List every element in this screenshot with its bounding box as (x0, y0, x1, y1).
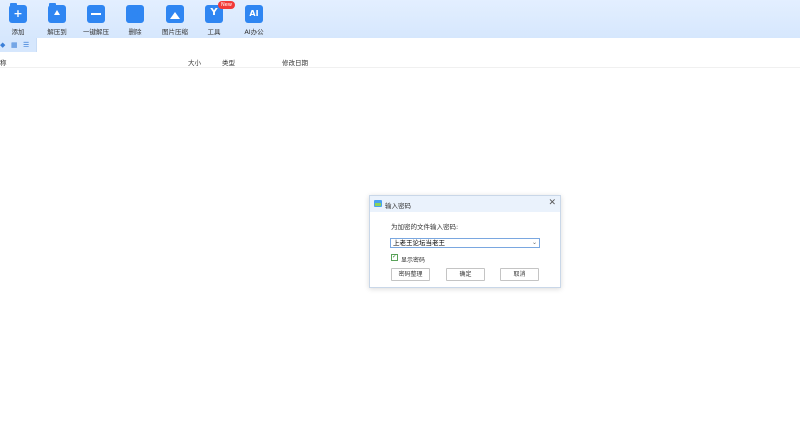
show-password-label[interactable]: 显示密码 (401, 255, 425, 264)
list-view-icon[interactable]: ☰ (23, 41, 31, 49)
add-folder-icon (9, 3, 27, 23)
password-manage-button[interactable]: 密码整理 (391, 268, 430, 281)
thumbnail-view-icon[interactable]: ▦ (11, 41, 19, 49)
ai-office-icon (245, 5, 263, 23)
file-list-header: 称 大小 类型 修改日期 (0, 52, 800, 68)
ai-office-button[interactable]: AI办公 (229, 5, 279, 36)
ai-office-label: AI办公 (244, 28, 264, 36)
password-input[interactable]: 上老王论坛当老王 ⌄ (390, 238, 540, 248)
chevron-down-icon[interactable]: ⌄ (532, 239, 537, 247)
image-compress-icon (166, 5, 184, 23)
path-bar: ◆ ▦ ☰ (0, 38, 800, 52)
password-dialog: 输入密码 ✕ 为加密的文件输入密码: 上老王论坛当老王 ⌄ 显示密码 密码整理 … (369, 195, 561, 288)
show-password-checkbox[interactable] (391, 253, 398, 261)
toolbar: 添加 解压到 一键解压 删除 图片压缩 New 工具 AI办公 (0, 0, 800, 38)
ok-button[interactable]: 确定 (446, 268, 485, 281)
close-icon[interactable]: ✕ (548, 198, 556, 208)
column-size[interactable]: 大小 (188, 57, 201, 67)
column-modified[interactable]: 修改日期 (282, 57, 308, 67)
cancel-button[interactable]: 取消 (500, 268, 539, 281)
archive-icon (374, 200, 382, 207)
dialog-title: 输入密码 (385, 202, 411, 210)
column-name[interactable]: 称 (0, 57, 7, 67)
password-value: 上老王论坛当老王 (393, 239, 445, 247)
dialog-title-bar: 输入密码 ✕ (370, 196, 560, 212)
path-input[interactable] (36, 38, 800, 52)
back-icon[interactable]: ◆ (0, 41, 8, 49)
delete-icon (126, 5, 144, 23)
extract-to-icon (48, 3, 66, 23)
column-type[interactable]: 类型 (222, 57, 235, 67)
password-prompt: 为加密的文件输入密码: (391, 223, 459, 231)
one-click-extract-icon (87, 5, 105, 23)
